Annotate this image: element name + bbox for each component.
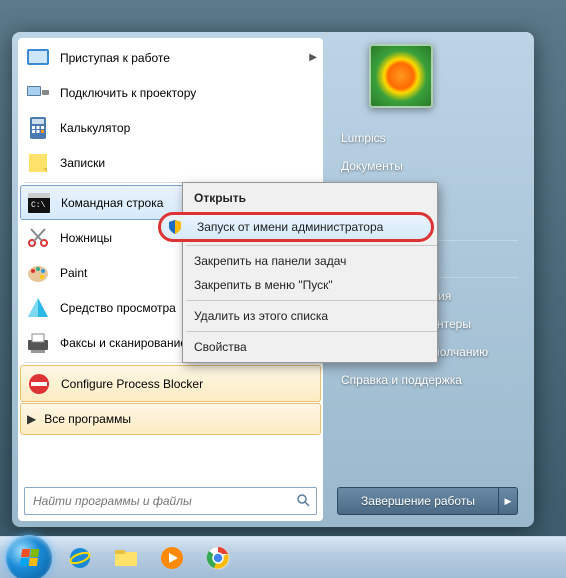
start-button[interactable] (6, 535, 52, 578)
windows-logo-icon (19, 549, 38, 566)
search-icon (296, 493, 310, 510)
divider (186, 331, 437, 332)
taskbar-ie[interactable] (58, 540, 102, 576)
taskbar-explorer[interactable] (104, 540, 148, 576)
context-menu-pin-taskbar[interactable]: Закрепить на панели задач (158, 249, 434, 273)
user-picture[interactable] (369, 44, 433, 108)
context-menu-label: Удалить из этого списка (194, 309, 328, 323)
svg-text:C:\: C:\ (31, 201, 46, 210)
desktop: Приступая к работе ▶ Подключить к проект… (0, 0, 566, 578)
program-label: Калькулятор (60, 121, 130, 135)
divider (186, 300, 437, 301)
all-programs[interactable]: ▶ Все программы (20, 403, 321, 435)
right-link-user[interactable]: Lumpics (337, 124, 518, 152)
context-menu: Открыть Запуск от имени администратора З… (182, 182, 438, 363)
program-label: Configure Process Blocker (61, 377, 203, 391)
shield-icon (167, 219, 183, 235)
context-menu-properties[interactable]: Свойства (158, 335, 434, 359)
right-link-help[interactable]: Справка и поддержка (337, 366, 518, 394)
program-item-configure-blocker[interactable]: Configure Process Blocker (20, 365, 321, 402)
paint-icon (24, 259, 52, 287)
getting-started-icon (24, 44, 52, 72)
sticky-notes-icon (24, 149, 52, 177)
blocker-icon (25, 370, 53, 398)
program-item-projector[interactable]: Подключить к проектору (20, 75, 321, 110)
context-menu-label: Закрепить на панели задач (194, 254, 346, 268)
program-label: Записки (60, 156, 105, 170)
projector-icon (24, 79, 52, 107)
all-programs-label: Все программы (44, 412, 131, 426)
program-label: Командная строка (61, 196, 163, 210)
program-label: Приступая к работе (60, 51, 170, 65)
context-menu-label: Закрепить в меню "Пуск" (194, 278, 333, 292)
taskbar-media-player[interactable] (150, 540, 194, 576)
search-box[interactable] (24, 487, 317, 515)
arrow-right-icon: ▶ (27, 412, 36, 426)
program-item-sticky-notes[interactable]: Записки (20, 145, 321, 180)
shutdown-dropdown[interactable]: ▶ (498, 488, 517, 514)
search-input[interactable] (31, 493, 296, 509)
program-label: Paint (60, 266, 87, 280)
context-menu-label: Свойства (194, 340, 247, 354)
context-menu-open[interactable]: Открыть (158, 186, 434, 210)
context-menu-label: Открыть (194, 191, 246, 205)
program-label: Ножницы (60, 231, 112, 245)
calculator-icon (24, 114, 52, 142)
context-menu-pin-start[interactable]: Закрепить в меню "Пуск" (158, 273, 434, 297)
right-link-documents[interactable]: Документы (337, 152, 518, 180)
taskbar-chrome[interactable] (196, 540, 240, 576)
cmd-icon: C:\ (25, 189, 53, 217)
program-item-getting-started[interactable]: Приступая к работе ▶ (20, 40, 321, 75)
taskbar (0, 536, 566, 578)
divider (186, 245, 437, 246)
shutdown-label: Завершение работы (338, 494, 498, 508)
submenu-arrow-icon: ▶ (309, 52, 317, 63)
program-item-calculator[interactable]: Калькулятор (20, 110, 321, 145)
context-menu-run-as-admin[interactable]: Запуск от имени администратора (158, 212, 434, 242)
scissors-icon (24, 224, 52, 252)
context-menu-remove[interactable]: Удалить из этого списка (158, 304, 434, 328)
xps-viewer-icon (24, 294, 52, 322)
shutdown-button[interactable]: Завершение работы ▶ (337, 487, 518, 515)
context-menu-label: Запуск от имени администратора (197, 220, 383, 234)
fax-icon (24, 329, 52, 357)
program-label: Подключить к проектору (60, 86, 196, 100)
